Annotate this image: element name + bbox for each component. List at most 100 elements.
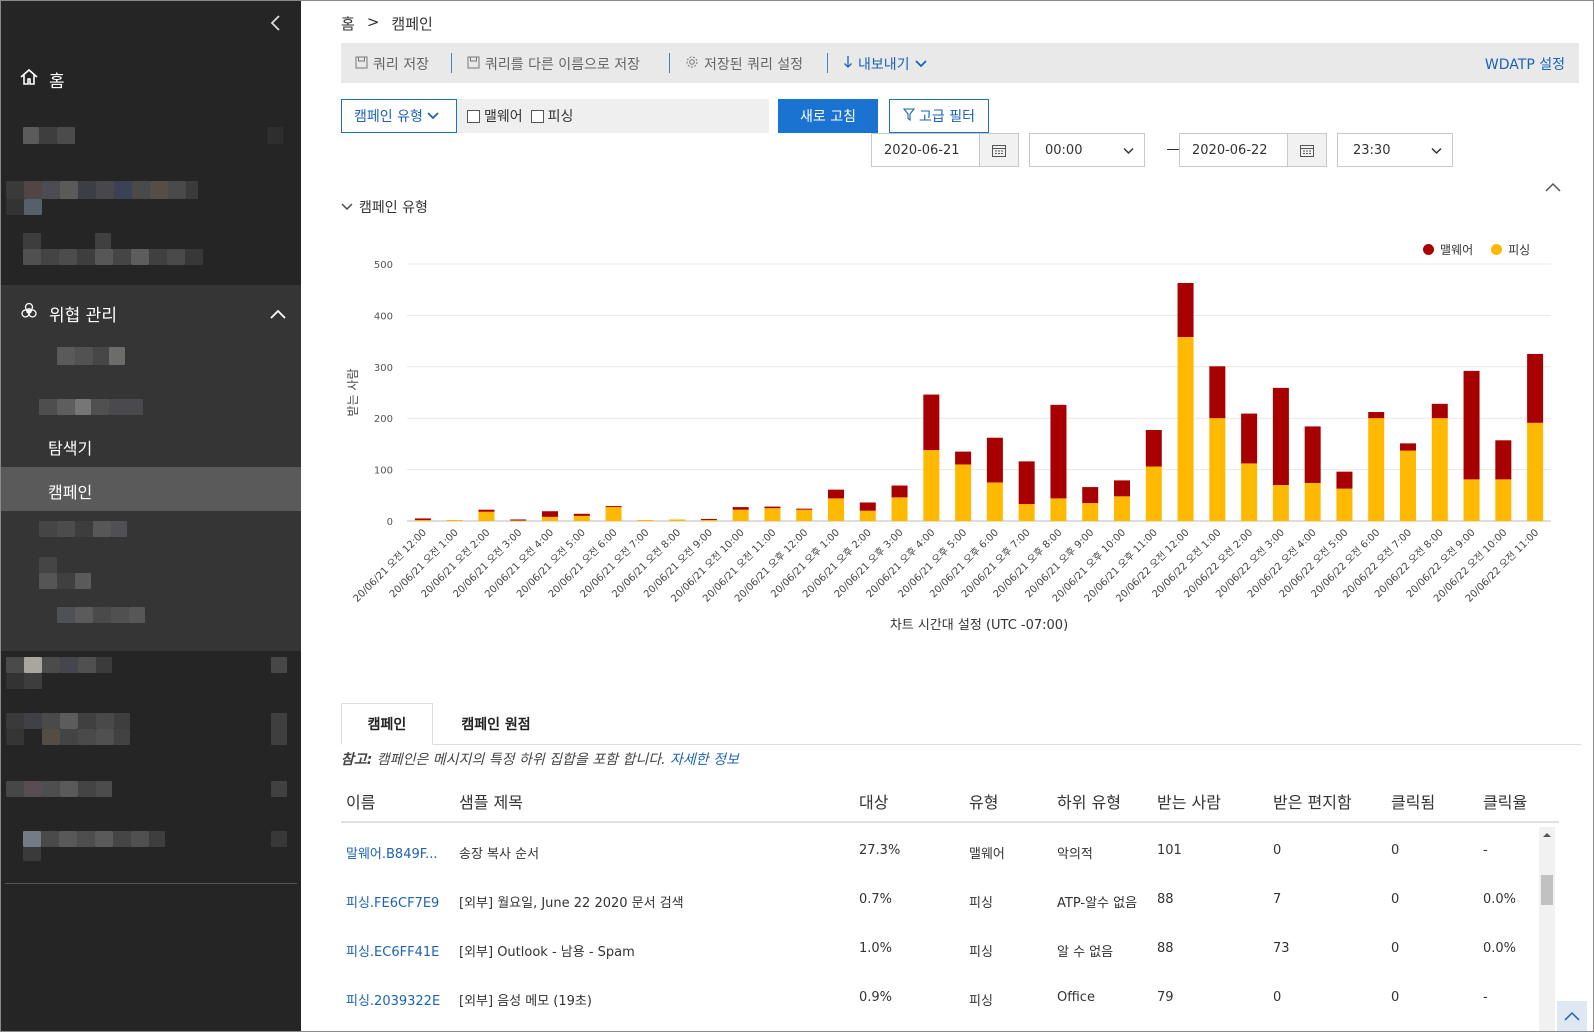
nav-home[interactable]: 홈 <box>19 67 65 92</box>
save-query-button[interactable]: 쿼리 저장 <box>355 54 429 74</box>
cell-subject: 송장 복사 순서 <box>459 847 540 862</box>
nav-threat-label: 위협 관리 <box>49 306 117 326</box>
advanced-filter-label: 고급 필터 <box>919 109 975 125</box>
save-query-as-button[interactable]: 쿼리를 다른 이름으로 저장 <box>467 54 640 74</box>
bar-malware <box>1272 387 1289 486</box>
nav-home-label: 홈 <box>49 72 65 92</box>
nav-campaigns[interactable]: 캠페인 <box>48 479 92 503</box>
bar-phish <box>1272 485 1289 521</box>
cell-target: 0.7% <box>859 892 893 907</box>
chevron-down-icon <box>1431 144 1442 159</box>
chevron-down-icon <box>341 199 353 215</box>
wdatp-settings-link[interactable]: WDATP 설정 <box>1485 54 1565 74</box>
learn-more-link[interactable]: 자세한 정보 <box>670 752 739 768</box>
col-header-click-rate[interactable]: 클릭율 <box>1483 789 1527 813</box>
end-time-select[interactable]: 23:30 <box>1337 133 1453 167</box>
bar-malware <box>1431 403 1448 419</box>
cell-name[interactable]: 피싱.EC6FF41E <box>346 941 439 960</box>
start-calendar-icon[interactable] <box>979 133 1019 167</box>
collapse-filters-icon[interactable] <box>1545 177 1561 196</box>
cell-subtype: ATP-알수 없음 <box>1057 896 1138 911</box>
cell-click-rate: 0.0% <box>1483 941 1517 956</box>
y-tick-label: 200 <box>374 414 393 425</box>
col-header-subtype[interactable]: 하위 유형 <box>1057 789 1121 813</box>
table-row[interactable]: 말웨어.B849F... 송장 복사 순서 27.3% 맬웨어 악의적 101 0 0 - <box>341 827 1539 875</box>
nav-threat-management[interactable]: 위협 관리 <box>19 301 117 326</box>
cell-target: 27.3% <box>859 843 901 858</box>
cell-clicked: 0 <box>1391 892 1400 907</box>
chevron-up-icon[interactable] <box>269 305 287 324</box>
nav-explorer[interactable]: 탐색기 <box>48 435 92 459</box>
start-time-value: 00:00 <box>1045 142 1083 158</box>
bar-malware <box>1177 283 1194 337</box>
cell-recipients: 79 <box>1157 990 1174 1005</box>
phish-checkbox[interactable]: 피싱 <box>530 106 573 126</box>
table-row[interactable]: 피싱.EC6FF41E [외부] Outlook - 남용 - Spam 1.0% 피… <box>341 925 1539 973</box>
scrollbar-thumb[interactable] <box>1541 875 1553 905</box>
bar-phish <box>1241 463 1258 521</box>
campaign-type-dropdown[interactable]: 캠페인 유형 <box>341 99 457 133</box>
col-header-sample-subject[interactable]: 샘플 제목 <box>459 789 523 813</box>
start-time-select[interactable]: 00:00 <box>1029 133 1145 167</box>
col-header-name[interactable]: 이름 <box>346 789 375 813</box>
cell-name[interactable]: 말웨어.B849F... <box>346 843 438 862</box>
refresh-button[interactable]: 새로 고침 <box>778 99 878 133</box>
bar-malware <box>478 509 495 512</box>
cell-subtype: 악의적 <box>1057 847 1093 862</box>
campaign-type-chart: 0100200300400500받는 사람20/06/21 오전 12:0020… <box>346 260 1551 633</box>
home-icon <box>19 67 39 92</box>
bar-phish <box>1114 496 1130 521</box>
end-calendar-icon[interactable] <box>1287 133 1327 167</box>
breadcrumb-home[interactable]: 홈 <box>341 13 355 34</box>
col-header-target[interactable]: 대상 <box>859 789 888 813</box>
cell-name[interactable]: 피싱.2039322E <box>346 990 440 1009</box>
col-header-inbox[interactable]: 받은 편지함 <box>1273 789 1352 813</box>
chevron-down-icon <box>914 56 927 72</box>
bar-phish <box>446 519 463 521</box>
table-row[interactable]: 피싱.FE6CF7E9 [외부] 월요일, June 22 2020 문서 검색 0… <box>341 876 1539 924</box>
bar-phish <box>1082 503 1099 521</box>
note-text: 캠페인은 메시지의 특정 하위 집합을 포함 합니다. <box>372 752 671 768</box>
export-button[interactable]: 내보내기 <box>843 54 927 74</box>
save-query-label: 쿼리 저장 <box>373 57 429 73</box>
table-row[interactable]: 피싱.2039322E [외부] 음성 메모 (19초) 0.9% 피싱 Office 7… <box>341 974 1539 1022</box>
bar-malware <box>1209 366 1226 419</box>
y-axis-label: 받는 사람 <box>346 369 360 417</box>
end-date-input[interactable]: 2020-06-22 <box>1179 133 1289 167</box>
scroll-to-top-icon[interactable] <box>1557 1001 1587 1031</box>
tab-campaigns[interactable]: 캠페인 <box>341 703 433 745</box>
saved-query-settings-button[interactable]: 저장된 쿼리 설정 <box>685 54 803 74</box>
bar-malware <box>700 518 717 520</box>
bar-malware <box>796 508 813 510</box>
y-tick-label: 0 <box>387 517 393 528</box>
advanced-filter-button[interactable]: 고급 필터 <box>889 99 989 133</box>
scroll-up-arrow-icon[interactable] <box>1539 827 1555 843</box>
end-time-value: 23:30 <box>1353 142 1391 158</box>
bar-phish <box>510 520 527 521</box>
bar-phish <box>414 519 431 521</box>
bar-phish <box>955 464 972 521</box>
col-header-recipients[interactable]: 받는 사람 <box>1157 789 1221 813</box>
tab-bar: 캠페인 캠페인 원점 <box>341 703 1581 745</box>
cell-click-rate: 0.0% <box>1483 892 1517 907</box>
cell-name[interactable]: 피싱.FE6CF7E9 <box>346 892 439 911</box>
y-tick-label: 300 <box>374 363 393 374</box>
bar-phish <box>573 515 590 521</box>
malware-checkbox[interactable]: 맬웨어 <box>467 106 523 126</box>
cell-clicked: 0 <box>1391 990 1400 1005</box>
campaign-type-section-toggle[interactable]: 캠페인 유형 <box>341 197 428 217</box>
collapse-nav-icon[interactable] <box>269 13 289 37</box>
table-scrollbar[interactable] <box>1539 827 1555 1031</box>
col-header-clicked[interactable]: 클릭됨 <box>1391 789 1435 813</box>
start-date-input[interactable]: 2020-06-21 <box>871 133 981 167</box>
cell-subject: [외부] Outlook - 남용 - Spam <box>459 945 635 960</box>
bar-phish <box>1431 418 1448 521</box>
tab-campaign-origins[interactable]: 캠페인 원점 <box>441 703 551 745</box>
checkbox-box <box>530 109 544 123</box>
bar-phish <box>1018 504 1035 521</box>
save-icon <box>467 56 480 73</box>
bar-malware <box>1527 353 1544 423</box>
col-header-type[interactable]: 유형 <box>969 789 998 813</box>
bar-phish <box>669 519 686 521</box>
threat-management-section: 위협 관리 탐색기 캠페인 <box>1 285 301 651</box>
